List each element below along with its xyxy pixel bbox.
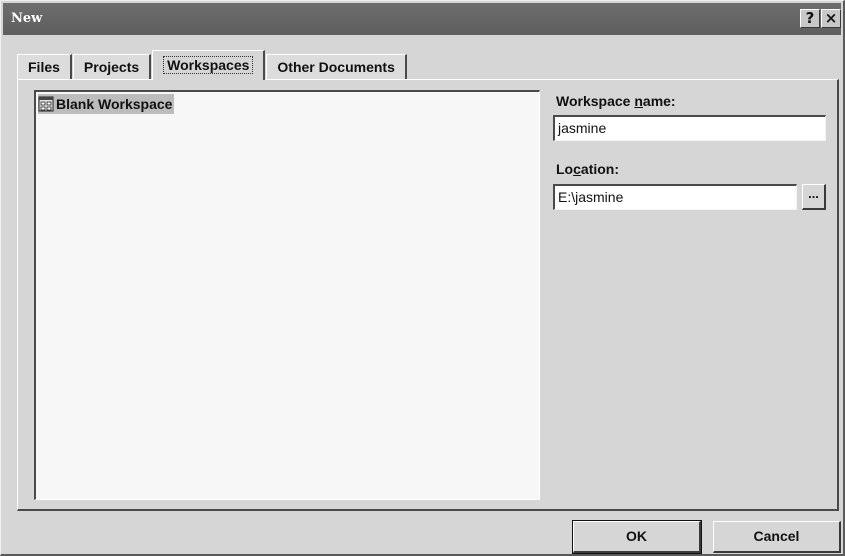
browse-button[interactable]: ... bbox=[802, 184, 826, 210]
tab-panel: Blank Workspace bbox=[17, 79, 839, 511]
tab-other-documents-label: Other Documents bbox=[277, 59, 395, 75]
tab-files[interactable]: Files bbox=[17, 54, 72, 80]
workspace-icon bbox=[38, 96, 54, 112]
help-button[interactable]: ? bbox=[800, 9, 820, 28]
window-title: New bbox=[11, 11, 43, 26]
tab-projects-label: Projects bbox=[83, 59, 140, 75]
tab-strip: Files Projects Workspaces Other Document… bbox=[17, 50, 408, 80]
workspace-name-hotkey: n bbox=[634, 93, 643, 109]
location-hotkey: c bbox=[573, 161, 581, 177]
tab-other-documents[interactable]: Other Documents bbox=[266, 54, 407, 80]
location-label-part: Lo bbox=[556, 161, 574, 177]
tab-workspaces[interactable]: Workspaces bbox=[152, 50, 266, 80]
new-dialog: New ? × Files Projects Workspaces Other … bbox=[0, 0, 845, 556]
tab-workspaces-label: Workspaces bbox=[163, 56, 254, 74]
location-label: Location: bbox=[556, 161, 619, 177]
tab-files-label: Files bbox=[28, 59, 60, 75]
title-bar[interactable]: New ? × bbox=[3, 3, 841, 35]
ok-button[interactable]: OK bbox=[572, 520, 702, 554]
close-button[interactable]: × bbox=[821, 9, 841, 28]
workspace-name-label-part: ame: bbox=[642, 93, 676, 109]
location-field[interactable]: E:\jasmine bbox=[553, 184, 797, 210]
list-item-blank-workspace[interactable]: Blank Workspace bbox=[38, 94, 175, 114]
cancel-button[interactable]: Cancel bbox=[713, 521, 841, 553]
tab-projects[interactable]: Projects bbox=[72, 54, 152, 80]
workspace-name-field[interactable]: jasmine bbox=[553, 115, 826, 141]
list-item-label: Blank Workspace bbox=[56, 96, 173, 112]
workspace-name-label: Workspace name: bbox=[556, 93, 676, 109]
location-label-part: ation: bbox=[580, 161, 620, 177]
workspace-name-label-part: Workspace bbox=[556, 93, 635, 109]
workspace-type-list[interactable]: Blank Workspace bbox=[34, 90, 540, 500]
